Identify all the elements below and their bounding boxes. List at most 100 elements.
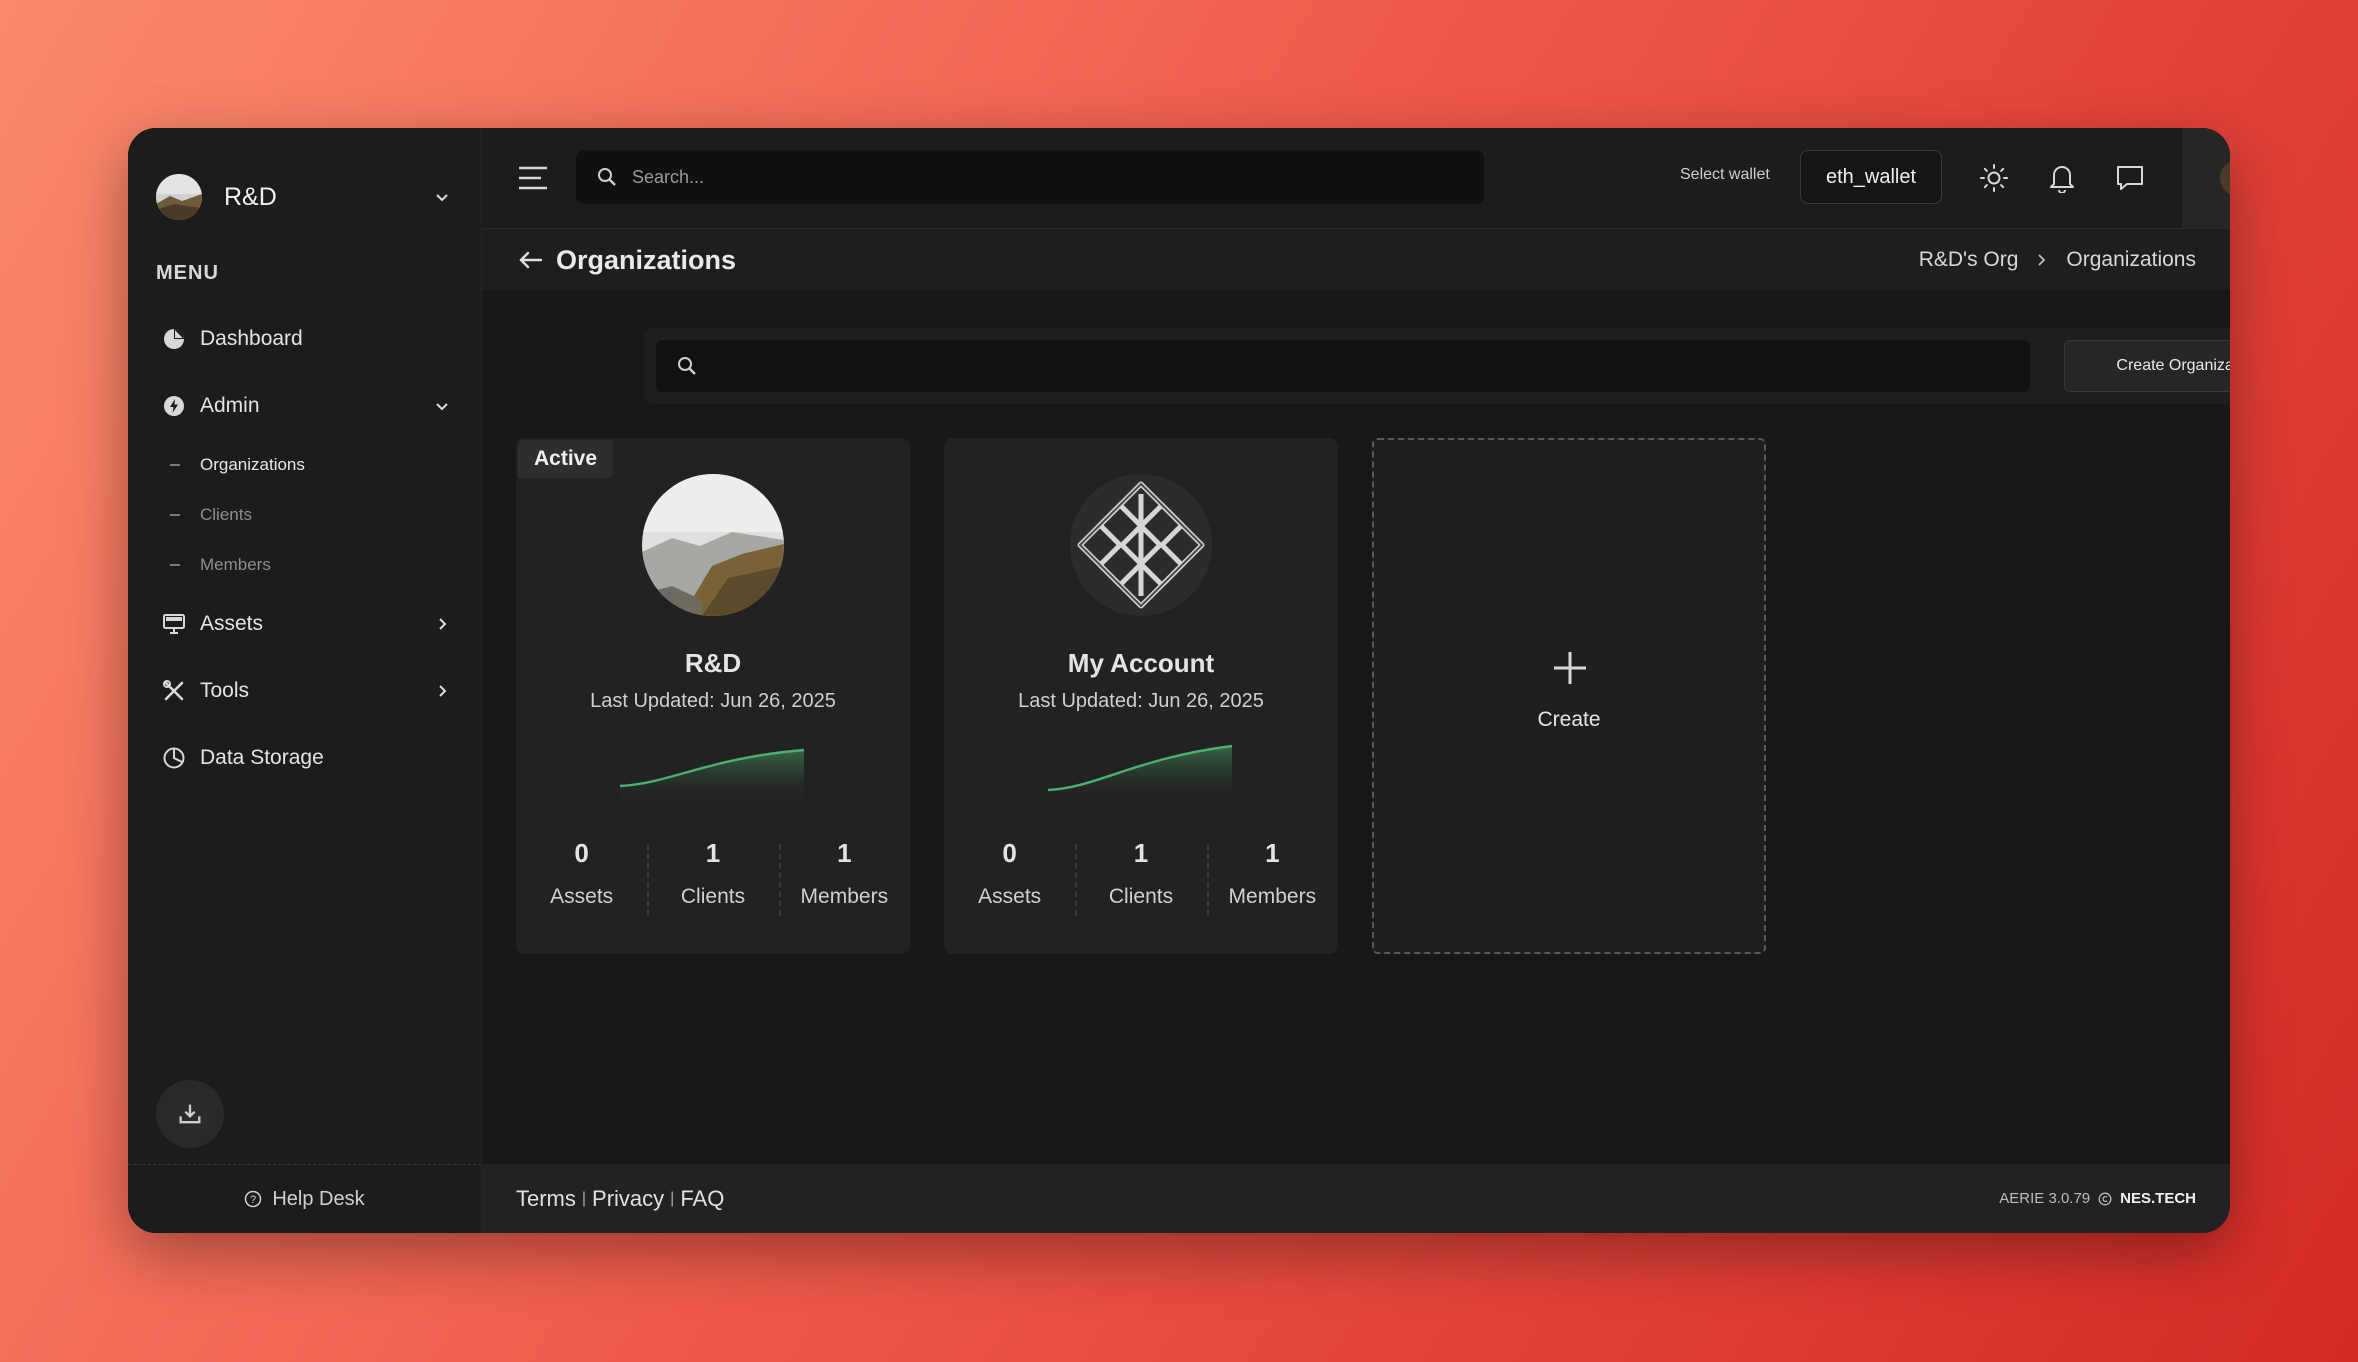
- pie-chart-icon: [160, 325, 188, 353]
- sidebar-subitem-label: Members: [200, 555, 271, 574]
- theme-toggle-icon[interactable]: [1976, 160, 2012, 196]
- status-badge: Active: [518, 440, 614, 478]
- stat-label: Clients: [1108, 885, 1174, 908]
- breadcrumb: R&D's Org Organizations: [1919, 248, 2196, 272]
- organization-logo: [1070, 474, 1212, 616]
- version-info: AERIE 3.0.79 NES.TECH: [1999, 1190, 2196, 1207]
- chevron-right-icon: [2038, 254, 2046, 266]
- sidebar-item-label: Data Storage: [200, 746, 324, 769]
- sidebar-nav: Dashboard Admin Organizations Clients Me…: [156, 128, 453, 928]
- brand-label: NES.TECH: [2120, 1190, 2196, 1207]
- stat-value: 1: [1265, 838, 1280, 868]
- sidebar-subitem-clients[interactable]: Clients: [156, 498, 453, 532]
- topbar: Select wallet eth_wallet: [482, 128, 2230, 228]
- stat-value: 1: [837, 838, 852, 868]
- create-label: Create: [1537, 708, 1601, 731]
- stat-value: 1: [705, 838, 721, 868]
- organization-stats: 0 Assets 1 Clients 1 Members: [944, 838, 1338, 918]
- separator: |: [581, 1189, 587, 1207]
- copyright-icon: [2098, 1192, 2112, 1205]
- sidebar-item-admin[interactable]: Admin: [156, 384, 453, 428]
- stat-clients: 1 Clients: [647, 838, 778, 918]
- organization-search[interactable]: [656, 340, 2030, 392]
- stat-assets: 0 Assets: [944, 838, 1075, 918]
- tools-icon: [160, 677, 188, 705]
- sidebar-subitem-label: Clients: [200, 505, 252, 524]
- stat-clients: 1 Clients: [1075, 838, 1206, 918]
- stat-value: 1: [1133, 838, 1149, 868]
- filter-bar: Create Organization: [644, 328, 2230, 404]
- dash-icon: [170, 464, 180, 466]
- storage-icon: [160, 744, 188, 772]
- sidebar-item-dashboard[interactable]: Dashboard: [156, 317, 453, 361]
- stat-value: 0: [574, 838, 589, 868]
- sidebar-subitem-organizations[interactable]: Organizations: [156, 448, 453, 482]
- organization-name: R&D: [684, 648, 742, 678]
- organization-search-input[interactable]: [712, 355, 2012, 377]
- search-icon: [678, 357, 696, 375]
- stat-label: Members: [800, 885, 889, 908]
- organization-image: [642, 474, 784, 616]
- sidebar-item-label: Tools: [200, 679, 250, 702]
- global-search[interactable]: [576, 150, 1484, 204]
- dash-icon: [170, 514, 180, 516]
- dash-icon: [170, 564, 180, 566]
- stat-label: Assets: [550, 885, 614, 908]
- last-updated: Last Updated: Jun 26, 2025: [590, 690, 836, 712]
- app-window: R&D MENU Dashboard Admin Organizations C…: [128, 128, 2230, 1233]
- stat-label: Clients: [680, 885, 746, 908]
- chat-icon[interactable]: [2112, 160, 2148, 196]
- create-organization-card[interactable]: Create: [1372, 438, 1766, 954]
- download-icon: [179, 1104, 201, 1124]
- stat-value: 0: [1002, 838, 1017, 868]
- wallet-select[interactable]: eth_wallet: [1800, 150, 1942, 204]
- sidebar-item-label: Admin: [200, 394, 260, 417]
- footer: Terms | Privacy | FAQ AERIE 3.0.79 NES.T…: [482, 1164, 2230, 1233]
- help-circle-icon: ?: [245, 1190, 262, 1208]
- last-updated: Last Updated: Jun 26, 2025: [1018, 690, 1264, 712]
- stat-label: Assets: [978, 885, 1042, 908]
- faq-link[interactable]: FAQ: [680, 1186, 724, 1212]
- sparkline: [1047, 744, 1233, 806]
- sidebar: R&D MENU Dashboard Admin Organizations C…: [128, 128, 482, 1233]
- sidebar-item-label: Assets: [200, 612, 264, 635]
- version-label: AERIE 3.0.79: [1999, 1190, 2091, 1207]
- menu-toggle-icon[interactable]: [518, 164, 548, 192]
- bell-icon[interactable]: [2044, 160, 2080, 196]
- chevron-right-icon: [431, 680, 453, 702]
- organization-stats: 0 Assets 1 Clients 1 Members: [516, 838, 910, 918]
- chevron-right-icon: [431, 613, 453, 635]
- sparkline: [619, 748, 805, 806]
- sidebar-item-data-storage[interactable]: Data Storage: [156, 736, 453, 780]
- privacy-link[interactable]: Privacy: [592, 1186, 664, 1212]
- sidebar-item-label: Dashboard: [200, 327, 303, 350]
- footer-links: Terms | Privacy | FAQ: [516, 1186, 724, 1212]
- bolt-icon: [160, 392, 188, 420]
- sidebar-item-assets[interactable]: Assets: [156, 602, 453, 646]
- organization-card[interactable]: Active R&D Last Updated: Jun 26, 2025 0 A…: [516, 438, 910, 954]
- user-menu[interactable]: [2182, 128, 2230, 228]
- stat-members: 1 Members: [1206, 838, 1338, 918]
- create-organization-button[interactable]: Create Organization: [2064, 340, 2230, 392]
- chevron-down-icon: [431, 395, 453, 417]
- sidebar-subitem-members[interactable]: Members: [156, 548, 453, 582]
- separator: |: [670, 1189, 675, 1207]
- download-button[interactable]: [156, 1080, 224, 1148]
- breadcrumb-item[interactable]: R&D's Org: [1919, 248, 2019, 272]
- help-desk-link[interactable]: ? Help Desk: [128, 1164, 481, 1233]
- search-icon: [598, 168, 616, 186]
- sidebar-subitem-label: Organizations: [200, 455, 305, 474]
- sidebar-item-tools[interactable]: Tools: [156, 669, 453, 713]
- search-input[interactable]: [632, 166, 1452, 188]
- plus-icon: [1554, 652, 1586, 684]
- back-arrow-icon[interactable]: [518, 247, 544, 273]
- stat-label: Members: [1228, 885, 1317, 908]
- help-desk-label: Help Desk: [272, 1187, 365, 1210]
- monitor-icon: [160, 610, 188, 638]
- avatar: [2220, 160, 2230, 196]
- organization-card[interactable]: My Account Last Updated: Jun 26, 2025 0 A…: [944, 438, 1338, 954]
- stat-members: 1 Members: [778, 838, 910, 918]
- breadcrumb-item: Organizations: [2066, 248, 2196, 271]
- organization-name: My Account: [1067, 648, 1215, 678]
- terms-link[interactable]: Terms: [516, 1186, 576, 1212]
